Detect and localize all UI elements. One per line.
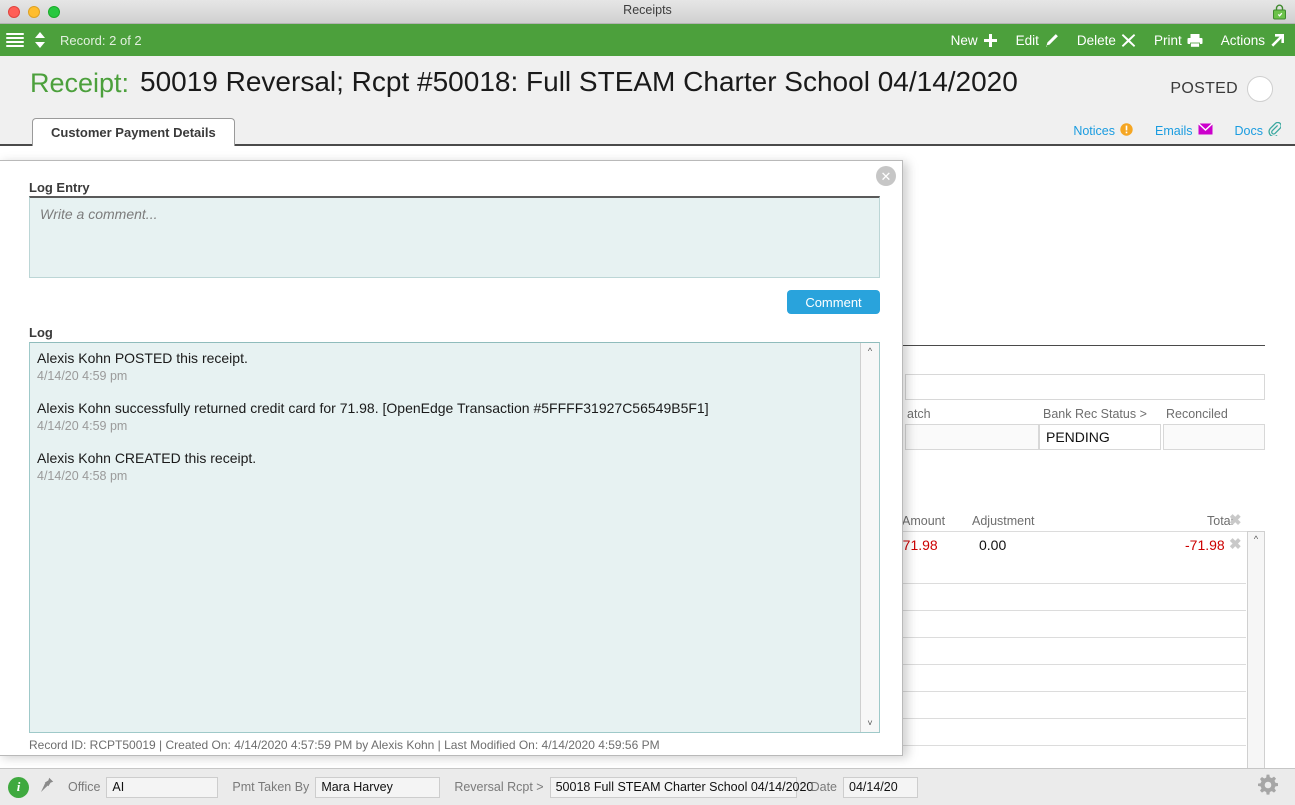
x-cross-icon xyxy=(1121,33,1136,48)
pmt-taken-by-label: Pmt Taken By xyxy=(232,780,310,794)
record-metadata: Record ID: RCPT50019 | Created On: 4/14/… xyxy=(29,738,660,752)
tab-utility-links: Notices Emails Docs xyxy=(1073,121,1282,139)
up-down-arrows-icon[interactable] xyxy=(32,31,48,49)
hamburger-menu-icon[interactable] xyxy=(6,33,24,47)
list-item[interactable]: Alexis Kohn CREATED this receipt. 4/14/2… xyxy=(37,449,857,483)
comment-input[interactable] xyxy=(29,196,880,278)
office-label: Office xyxy=(68,780,101,794)
printer-icon xyxy=(1187,33,1203,48)
page-heading: Receipt: 50019 Reversal; Rcpt #50018: Fu… xyxy=(0,56,1295,118)
status-badge: POSTED xyxy=(1170,76,1273,102)
page-title-prefix: Receipt: xyxy=(30,68,130,98)
delete-button[interactable]: Delete xyxy=(1077,33,1136,48)
gear-icon[interactable] xyxy=(1257,774,1279,801)
table-row[interactable] xyxy=(893,611,1246,638)
table-row[interactable] xyxy=(893,665,1246,692)
log-entry-section-label: Log Entry xyxy=(29,180,90,195)
log-entry-text: Alexis Kohn CREATED this receipt. xyxy=(37,449,257,466)
log-entry-time: 4/14/20 4:59 pm xyxy=(37,418,128,433)
notices-link[interactable]: Notices xyxy=(1073,122,1133,139)
status-badge-label: POSTED xyxy=(1170,80,1238,97)
action-toolbar: Record: 2 of 2 New Edit Delete Print Act… xyxy=(0,24,1295,56)
reversal-rcpt-field[interactable]: 50018 Full STEAM Charter School 04/14/20… xyxy=(549,776,813,798)
info-icon[interactable]: i xyxy=(8,776,29,798)
envelope-icon xyxy=(1197,122,1213,138)
form-divider-dark xyxy=(895,345,1265,346)
log-entry-time: 4/14/20 4:58 pm xyxy=(37,468,128,483)
field-reconciled[interactable] xyxy=(1163,424,1265,450)
emails-link-label: Emails xyxy=(1155,123,1193,138)
log-section-label: Log xyxy=(29,325,53,340)
grid-header-adjustment: Adjustment xyxy=(972,514,1035,528)
log-entry-time: 4/14/20 4:59 pm xyxy=(37,368,128,383)
grid-header-clear-icon[interactable]: ✖ xyxy=(1229,511,1242,529)
log-scrollbar[interactable]: ^ ˅ xyxy=(860,343,879,732)
grid-scrollbar[interactable]: ^ ˅ xyxy=(1247,531,1265,805)
app-window: Receipts Record: 2 of 2 New Edit Delete … xyxy=(0,0,1295,805)
arrow-out-icon xyxy=(1270,33,1285,48)
label-batch: atch xyxy=(907,407,931,421)
print-button[interactable]: Print xyxy=(1154,33,1203,48)
edit-button[interactable]: Edit xyxy=(1016,33,1059,48)
print-button-label: Print xyxy=(1153,32,1182,48)
emails-link[interactable]: Emails xyxy=(1155,122,1213,138)
table-row[interactable] xyxy=(893,638,1246,665)
grid-header-divider xyxy=(893,531,1265,532)
page-title: 50019 Reversal; Rcpt #50018: Full STEAM … xyxy=(140,66,1018,97)
docs-link[interactable]: Docs xyxy=(1234,121,1282,139)
pmt-taken-by-field[interactable]: Mara Harvey xyxy=(315,776,441,798)
tab-customer-payment-details[interactable]: Customer Payment Details xyxy=(32,118,235,146)
label-bank-rec-status[interactable]: Bank Rec Status > xyxy=(1043,407,1147,421)
tab-strip: Customer Payment Details Notices Emails … xyxy=(0,118,1295,146)
table-row[interactable] xyxy=(893,584,1246,611)
chevron-up-icon[interactable]: ^ xyxy=(1254,532,1258,547)
date-label: Date xyxy=(810,780,837,794)
notices-link-label: Notices xyxy=(1073,123,1115,138)
chevron-up-icon[interactable]: ^ xyxy=(868,343,872,360)
status-indicator-dot xyxy=(1247,76,1273,102)
list-item[interactable]: Alexis Kohn POSTED this receipt. 4/14/20… xyxy=(37,349,857,383)
edit-button-label: Edit xyxy=(1015,32,1039,48)
grid-header-amount: Amount xyxy=(902,514,946,528)
new-button[interactable]: New xyxy=(951,33,998,48)
plus-icon xyxy=(983,33,998,48)
actions-button[interactable]: Actions xyxy=(1221,33,1285,48)
field-batch[interactable] xyxy=(905,424,1039,450)
record-counter: Record: 2 of 2 xyxy=(60,32,142,48)
new-button-label: New xyxy=(950,32,978,48)
pushpin-icon[interactable] xyxy=(40,777,54,798)
label-reconciled: Reconciled xyxy=(1166,407,1228,421)
table-row[interactable] xyxy=(893,719,1246,746)
status-bar: i Office AI Pmt Taken By Mara Harvey Rev… xyxy=(0,768,1295,805)
comment-button[interactable]: Comment xyxy=(787,290,880,314)
log-entry-text: Alexis Kohn successfully returned credit… xyxy=(37,399,709,416)
log-panel: Alexis Kohn POSTED this receipt. 4/14/20… xyxy=(29,342,880,733)
table-row[interactable] xyxy=(893,557,1246,584)
pencil-icon xyxy=(1044,33,1059,48)
warning-circle-icon xyxy=(1120,122,1133,139)
office-field[interactable]: AI xyxy=(106,776,219,798)
reversal-rcpt-label[interactable]: Reversal Rcpt > xyxy=(454,780,543,794)
date-field[interactable]: 04/14/20 xyxy=(843,776,918,798)
docs-link-label: Docs xyxy=(1234,123,1263,138)
actions-button-label: Actions xyxy=(1220,32,1265,48)
action-buttons: New Edit Delete Print Actions xyxy=(951,33,1295,48)
grid-row-clear-icon[interactable]: ✖ xyxy=(1229,535,1242,553)
window-titlebar: Receipts xyxy=(0,0,1295,24)
log-list: Alexis Kohn POSTED this receipt. 4/14/20… xyxy=(37,349,857,499)
chevron-down-icon[interactable]: ˅ xyxy=(867,715,872,732)
grid-cell-total: -71.98 xyxy=(1185,537,1225,553)
table-row[interactable] xyxy=(893,692,1246,719)
window-title: Receipts xyxy=(623,3,672,17)
list-item[interactable]: Alexis Kohn successfully returned credit… xyxy=(37,399,857,433)
delete-button-label: Delete xyxy=(1076,32,1116,48)
grid-cell-adjustment: 0.00 xyxy=(979,537,1007,553)
log-entry-text: Alexis Kohn POSTED this receipt. xyxy=(37,350,248,366)
value-bank-rec-status: PENDING xyxy=(1046,429,1110,445)
paperclip-icon xyxy=(1268,121,1282,139)
close-icon[interactable]: ✕ xyxy=(876,166,896,186)
lock-icon[interactable] xyxy=(1272,4,1287,20)
field-box-upper[interactable] xyxy=(905,374,1265,400)
